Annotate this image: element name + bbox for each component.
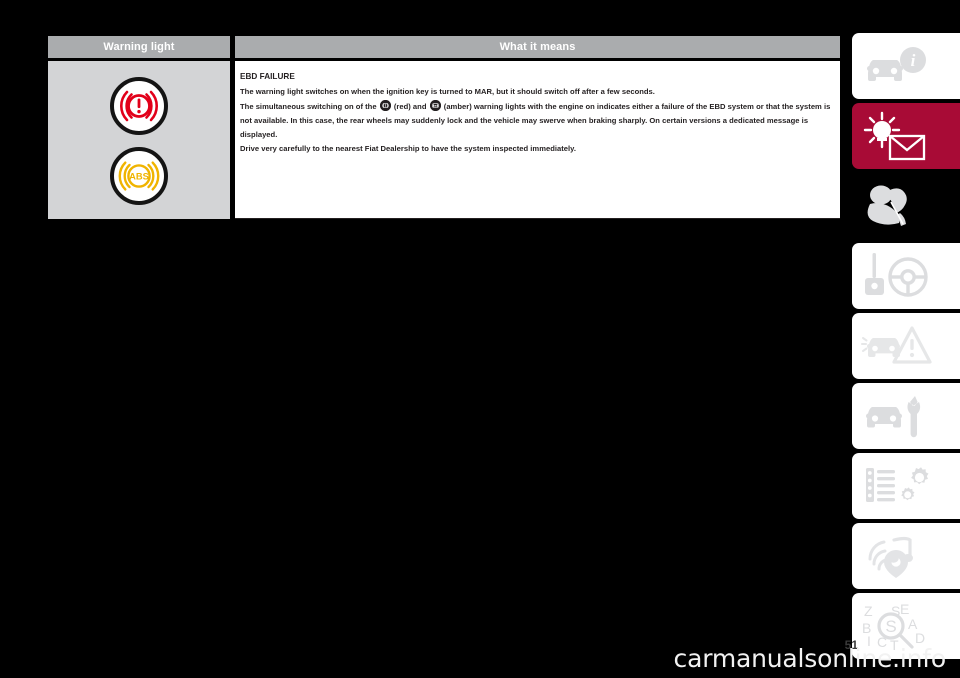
warning-lamp-mail-icon bbox=[860, 110, 934, 162]
svg-text:i: i bbox=[911, 51, 916, 70]
svg-text:S: S bbox=[885, 617, 896, 636]
key-steering-icon bbox=[860, 250, 934, 302]
child-seat-icon bbox=[860, 180, 934, 232]
inline-brake-warning-icon bbox=[379, 99, 391, 111]
watermark-text: carmanualsonline.info bbox=[673, 643, 947, 673]
svg-text:E: E bbox=[900, 601, 909, 617]
svg-text:ABS: ABS bbox=[129, 171, 149, 182]
sidebar-item-warning-lights[interactable] bbox=[852, 103, 960, 169]
column-header-warning-light: Warning light bbox=[48, 36, 230, 58]
sidebar-item-maintenance[interactable] bbox=[852, 383, 960, 449]
what-it-means-cell: EBD FAILURE The warning light switches o… bbox=[235, 61, 840, 219]
abs-warning-lamp-icon: ABS bbox=[110, 147, 168, 205]
description-paragraph-3: Drive very carefully to the nearest Fiat… bbox=[240, 144, 576, 154]
paragraph-2-text-part-2: (red) and bbox=[391, 101, 429, 111]
paragraph-2-text-part-1: The simultaneous switching on of the bbox=[240, 101, 379, 111]
inline-abs-warning-icon: ABS bbox=[429, 99, 441, 111]
sidebar-item-multimedia[interactable] bbox=[852, 523, 960, 589]
description-paragraph-1: The warning light switches on when the i… bbox=[240, 87, 655, 97]
sidebar-item-safety[interactable] bbox=[852, 173, 960, 239]
car-info-icon: i bbox=[860, 40, 934, 92]
radio-music-icon bbox=[860, 530, 934, 582]
description-paragraph-2: The simultaneous switching on of the (re… bbox=[240, 99, 834, 143]
section-title: EBD FAILURE bbox=[240, 72, 295, 81]
sidebar-item-dashboard-info[interactable]: i bbox=[852, 33, 960, 99]
cell-bottom-divider bbox=[235, 218, 840, 219]
manual-page: Warning light What it means ABS EBD FAIL… bbox=[0, 0, 960, 678]
column-header-what-it-means: What it means bbox=[235, 36, 840, 58]
brake-ebd-warning-lamp-icon bbox=[110, 77, 168, 135]
sidebar-item-technical-specs[interactable] bbox=[852, 453, 960, 519]
table-header-row: Warning light What it means bbox=[48, 36, 840, 58]
section-tab-sidebar: i Z B I C T E A D S S bbox=[852, 33, 960, 668]
site-watermark: carmanualsonline.info bbox=[0, 640, 960, 676]
car-wrench-icon bbox=[860, 390, 934, 442]
car-hazard-icon bbox=[860, 320, 934, 372]
sidebar-item-starting-driving[interactable] bbox=[852, 243, 960, 309]
sidebar-item-emergency[interactable] bbox=[852, 313, 960, 379]
svg-text:Z: Z bbox=[864, 603, 873, 619]
list-gears-icon bbox=[860, 460, 934, 512]
warning-light-cell: ABS bbox=[48, 61, 230, 219]
